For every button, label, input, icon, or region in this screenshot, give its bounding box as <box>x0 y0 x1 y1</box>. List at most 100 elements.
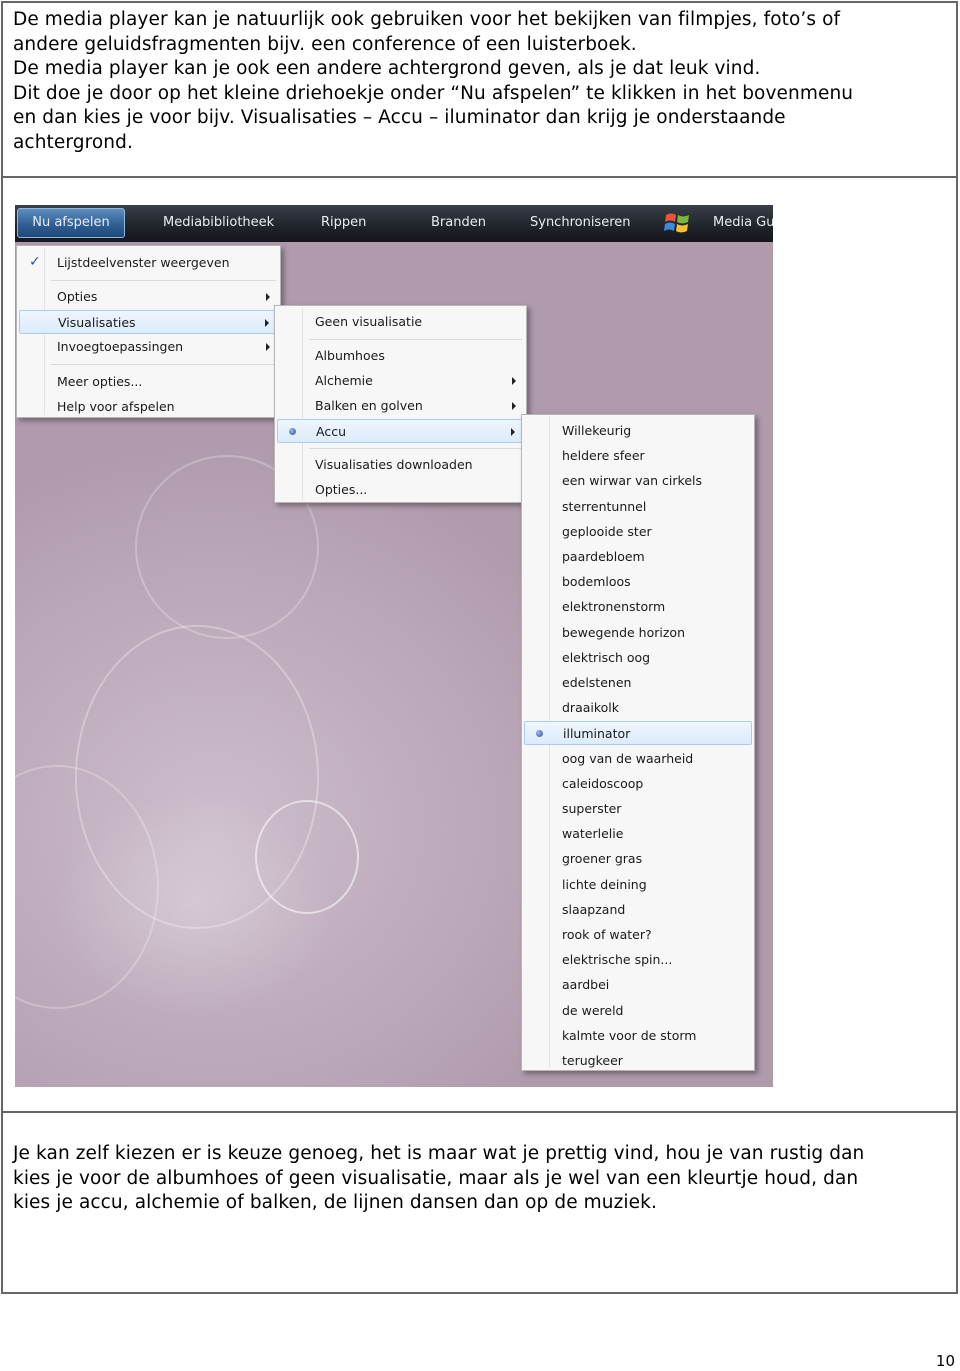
menu-item-label: elektrisch oog <box>562 649 651 665</box>
menu-item-label: slaapzand <box>562 901 626 917</box>
menu-item-label: sterrentunnel <box>562 498 647 514</box>
tab-rip[interactable]: Rippen <box>321 215 366 230</box>
menu-item-label: Accu <box>316 424 346 439</box>
menu-item-accu-option[interactable]: waterlelie <box>524 822 752 846</box>
menu-item-label: Opties <box>57 289 98 304</box>
accu-submenu: Willekeurig heldere sfeer een wirwar van c… <box>521 414 755 1071</box>
intro-box: De media player kan je natuurlijk ook ge… <box>1 1 958 178</box>
menu-item-label: paardebloem <box>562 549 645 564</box>
tab-now-playing[interactable]: Nu afspelen <box>17 208 125 238</box>
menu-item-more-options[interactable]: Meer opties... <box>19 370 278 394</box>
menu-item-visualization-options[interactable]: Opties... <box>277 478 524 502</box>
menu-item-plugins[interactable]: Invoegtoepassingen <box>19 335 278 359</box>
menu-item-accu-option[interactable]: caleidoscoop <box>524 772 752 796</box>
menu-item-accu-option[interactable]: elektronenstorm <box>524 595 752 619</box>
intro-line: De media player kan je ook een andere ac… <box>13 58 761 79</box>
menu-item-accu-option[interactable]: kalmte voor de storm <box>524 1024 752 1048</box>
menu-item-label: Balken en golven <box>315 398 423 413</box>
menu-item-label: de wereld <box>562 1002 624 1018</box>
menu-bar: Nu afspelen Mediabibliotheek Rippen Bran… <box>15 205 773 242</box>
intro-line: achtergrond. <box>13 131 133 153</box>
menu-item-label: Meer opties... <box>57 374 143 389</box>
menu-item-accu-option[interactable]: lichte deining <box>524 873 752 897</box>
menu-item-label: draaikolk <box>562 700 620 716</box>
menu-item-accu-option[interactable]: superster <box>524 797 752 821</box>
menu-item-accu-option[interactable]: groener gras <box>524 847 752 871</box>
menu-item-label: terugkeer <box>562 1053 623 1068</box>
closing-paragraph: Je kan zelf kiezen er is keuze genoeg, h… <box>13 1142 953 1216</box>
menu-item-accu-option[interactable]: Willekeurig <box>524 419 752 443</box>
menu-item-visualizations[interactable]: Visualisaties <box>19 310 278 334</box>
radio-dot-icon <box>289 428 296 435</box>
tab-media-library[interactable]: Mediabibliotheek <box>163 215 274 230</box>
menu-separator <box>51 364 276 365</box>
intro-line: en dan kies je voor bijv. Visualisaties … <box>13 107 786 128</box>
menu-item-label: groener gras <box>562 851 643 867</box>
intro-line: andere geluidsfragmenten bijv. een confe… <box>13 33 637 55</box>
menu-item-label: Help voor afspelen <box>57 399 175 414</box>
menu-item-label: elektronenstorm <box>562 599 666 615</box>
menu-item-playback-help[interactable]: Help voor afspelen <box>19 395 278 419</box>
menu-item-accu-option[interactable]: sterrentunnel <box>524 495 752 519</box>
media-player-screenshot: Nu afspelen Mediabibliotheek Rippen Bran… <box>15 205 773 1087</box>
menu-item-label: geplooide ster <box>562 523 652 539</box>
menu-item-accu-option[interactable]: geplooide ster <box>524 520 752 544</box>
radio-dot-icon <box>536 730 543 738</box>
submenu-arrow-icon <box>511 428 515 436</box>
menu-item-alchemy[interactable]: Alchemie <box>277 369 524 393</box>
menu-item-download-visualizations[interactable]: Visualisaties downloaden <box>277 453 524 477</box>
menu-item-accu-option[interactable]: edelstenen <box>524 671 752 695</box>
tab-media-guide[interactable]: Media Gu <box>713 215 773 230</box>
menu-item-accu-option[interactable]: de wereld <box>524 999 752 1023</box>
tab-burn[interactable]: Branden <box>431 215 486 230</box>
menu-separator <box>309 339 522 340</box>
menu-item-label: aardbei <box>562 977 610 993</box>
menu-item-accu-option[interactable]: paardebloem <box>524 545 752 569</box>
menu-separator <box>309 448 522 449</box>
menu-item-label: bodemloos <box>562 574 631 590</box>
menu-item-accu-option[interactable]: terugkeer <box>524 1049 752 1073</box>
menu-item-accu-option[interactable]: slaapzand <box>524 898 752 922</box>
submenu-arrow-icon <box>265 319 269 327</box>
menu-item-label: Alchemie <box>315 373 373 388</box>
menu-item-options[interactable]: Opties <box>19 285 278 309</box>
menu-item-accu-option[interactable]: bewegende horizon <box>524 621 752 645</box>
windows-logo-icon <box>664 213 689 233</box>
menu-item-accu-option[interactable]: rook of water? <box>524 923 752 947</box>
menu-item-label: lichte deining <box>562 876 647 892</box>
menu-item-label: Visualisaties <box>58 315 136 330</box>
menu-item-label: edelstenen <box>562 675 632 690</box>
menu-item-accu-option[interactable]: oog van de waarheid <box>524 747 752 771</box>
screenshot-box: Nu afspelen Mediabibliotheek Rippen Bran… <box>1 176 958 1113</box>
checkmark-icon: ✓ <box>29 254 41 270</box>
menu-item-label: caleidoscoop <box>562 775 644 791</box>
menu-item-album-art[interactable]: Albumhoes <box>277 344 524 368</box>
menu-item-label: Opties... <box>315 482 368 497</box>
tab-sync[interactable]: Synchroniseren <box>530 215 631 230</box>
menu-item-label: Visualisaties downloaden <box>315 457 473 472</box>
menu-item-no-visualization[interactable]: Geen visualisatie <box>277 310 524 334</box>
menu-item-accu-option[interactable]: illuminator <box>524 721 752 746</box>
menu-item-accu-option[interactable]: aardbei <box>524 973 752 997</box>
menu-item-label: Geen visualisatie <box>315 314 423 329</box>
menu-item-accu[interactable]: Accu <box>277 419 524 443</box>
menu-item-label: kalmte voor de storm <box>562 1027 697 1043</box>
menu-item-label: Willekeurig <box>562 423 632 438</box>
intro-line: De media player kan je natuurlijk ook ge… <box>13 9 841 30</box>
menu-item-label: heldere sfeer <box>562 448 645 464</box>
menu-item-label: een wirwar van cirkels <box>562 473 703 489</box>
visualizations-submenu: Geen visualisatie Albumhoes Alchemie Bal… <box>274 305 527 503</box>
menu-item-accu-option[interactable]: elektrisch oog <box>524 646 752 670</box>
menu-item-accu-option[interactable]: een wirwar van cirkels <box>524 469 752 493</box>
menu-item-accu-option[interactable]: elektrische spin... <box>524 948 752 972</box>
submenu-arrow-icon <box>266 293 270 301</box>
menu-item-label: elektrische spin... <box>562 952 673 968</box>
menu-item-accu-option[interactable]: draaikolk <box>524 696 752 720</box>
menu-item-show-list-pane[interactable]: ✓ Lijstdeelvenster weergeven <box>19 251 278 275</box>
menu-item-accu-option[interactable]: bodemloos <box>524 570 752 594</box>
menu-item-bars-and-waves[interactable]: Balken en golven <box>277 394 524 418</box>
menu-item-label: superster <box>562 801 622 816</box>
menu-item-label: waterlelie <box>562 826 624 842</box>
menu-item-accu-option[interactable]: heldere sfeer <box>524 444 752 468</box>
menu-item-label: rook of water? <box>562 927 652 942</box>
